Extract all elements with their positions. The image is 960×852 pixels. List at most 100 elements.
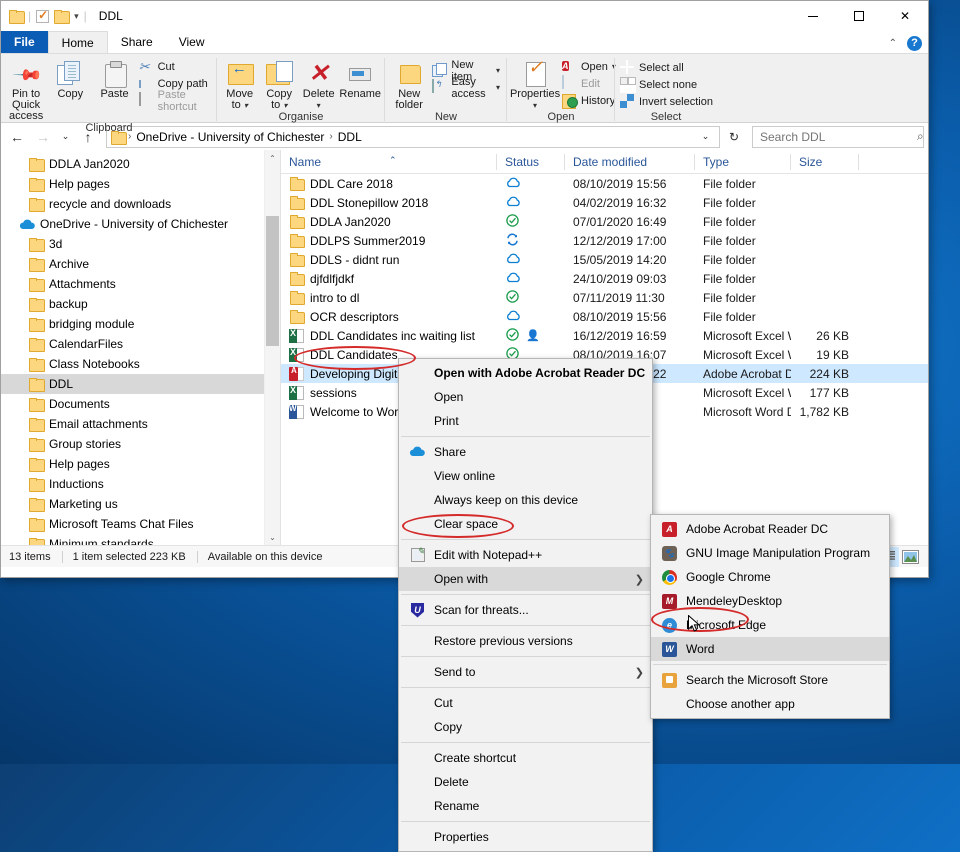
openwith-item-google-chrome[interactable]: Google Chrome	[651, 565, 889, 589]
rename-button[interactable]: Rename	[338, 57, 382, 100]
openwith-item-word[interactable]: W Word	[651, 637, 889, 661]
openwith-item-search-the-microsoft-store[interactable]: Search the Microsoft Store	[651, 668, 889, 692]
tree-item-help-pages[interactable]: Help pages	[1, 454, 280, 474]
tree-item-class-notebooks[interactable]: Class Notebooks	[1, 354, 280, 374]
tree-item-bridging-module[interactable]: bridging module	[1, 314, 280, 334]
tree-item-archive[interactable]: Archive	[1, 254, 280, 274]
paste-button[interactable]: Paste	[92, 57, 136, 100]
tree-item-attachments[interactable]: Attachments	[1, 274, 280, 294]
pin-to-quick-access-button[interactable]: 📌 Pin to Quick access	[4, 57, 48, 122]
table-row[interactable]: intro to dl 07/11/2019 11:30 File folder	[281, 288, 928, 307]
search-icon[interactable]: ⌕	[917, 129, 924, 144]
menu-item-open-with-adobe-acrobat-reader-dc[interactable]: Open with Adobe Acrobat Reader DC	[399, 361, 652, 385]
copy-button[interactable]: Copy	[48, 57, 92, 100]
openwith-item-gnu-image-manipulation-program[interactable]: 🐾 GNU Image Manipulation Program	[651, 541, 889, 565]
select-all-button[interactable]: Select all	[618, 59, 717, 76]
tree-item-help-pages[interactable]: Help pages	[1, 174, 280, 194]
tree-item-3d[interactable]: 3d	[1, 234, 280, 254]
table-row[interactable]: djfdlfjdkf 24/10/2019 09:03 File folder	[281, 269, 928, 288]
tree-item-ddl[interactable]: DDL	[1, 374, 280, 394]
help-icon[interactable]: ?	[907, 36, 922, 51]
new-folder-icon[interactable]	[54, 10, 71, 24]
customize-caret-icon[interactable]: ▾	[74, 11, 79, 22]
breadcrumb-ddl[interactable]: DDL	[336, 130, 364, 144]
menu-item-open-with[interactable]: Open with ❯	[399, 567, 652, 591]
close-button[interactable]: ✕	[882, 1, 928, 31]
move-to-button[interactable]: Moveto ▾	[220, 57, 259, 111]
tree-item-recycle-and-downloads[interactable]: recycle and downloads	[1, 194, 280, 214]
address-dropdown-icon[interactable]: ⌄	[697, 126, 714, 148]
easy-access-button[interactable]: Easy access ▾	[430, 76, 504, 100]
table-row[interactable]: DDLS - didnt run 15/05/2019 14:20 File fol…	[281, 250, 928, 269]
menu-item-scan-for-threats[interactable]: U Scan for threats...	[399, 598, 652, 622]
column-header-type[interactable]: Type	[695, 150, 791, 174]
tab-view[interactable]: View	[166, 31, 218, 53]
select-none-button[interactable]: Select none	[618, 76, 717, 93]
openwith-item-choose-another-app[interactable]: Choose another app	[651, 692, 889, 716]
tree-item-calendarfiles[interactable]: CalendarFiles	[1, 334, 280, 354]
tree-item-inductions[interactable]: Inductions	[1, 474, 280, 494]
menu-item-rename[interactable]: Rename	[399, 794, 652, 818]
tree-item-ddla-jan2020[interactable]: DDLA Jan2020	[1, 154, 280, 174]
properties-button[interactable]: Properties ▾	[510, 57, 560, 111]
menu-item-share[interactable]: Share	[399, 440, 652, 464]
open-button[interactable]: A Open ▾	[560, 58, 620, 75]
table-row[interactable]: DDL Stonepillow 2018 04/02/2019 16:32 File…	[281, 193, 928, 212]
navpane-scrollbar[interactable]: ⌃ ⌄	[264, 150, 280, 545]
cut-button[interactable]: ✂ Cut	[137, 58, 214, 75]
menu-item-print[interactable]: Print	[399, 409, 652, 433]
column-header-date-modified[interactable]: Date modified	[565, 150, 695, 174]
menu-item-copy[interactable]: Copy	[399, 715, 652, 739]
scroll-down-arrow[interactable]: ⌄	[265, 529, 280, 545]
tab-file[interactable]: File	[1, 31, 48, 53]
collapse-ribbon-icon[interactable]: ⌃	[889, 38, 897, 49]
maximize-button[interactable]	[836, 1, 882, 31]
tab-home[interactable]: Home	[47, 31, 108, 53]
scroll-up-arrow[interactable]: ⌃	[265, 150, 280, 166]
edit-button[interactable]: Edit	[560, 75, 620, 92]
column-header-size[interactable]: Size	[791, 150, 859, 174]
search-box[interactable]: ⌕	[752, 125, 924, 148]
copy-to-button[interactable]: Copy to ▾	[259, 57, 298, 111]
menu-item-edit-with-notepad[interactable]: Edit with Notepad++	[399, 543, 652, 567]
menu-item-always-keep-on-this-device[interactable]: Always keep on this device	[399, 488, 652, 512]
history-button[interactable]: History	[560, 92, 620, 109]
menu-item-send-to[interactable]: Send to ❯	[399, 660, 652, 684]
paste-shortcut-button[interactable]: Paste shortcut	[137, 89, 214, 113]
tree-item-backup[interactable]: backup	[1, 294, 280, 314]
new-folder-button[interactable]: New folder	[388, 57, 430, 111]
menu-item-cut[interactable]: Cut	[399, 691, 652, 715]
openwith-item-microsoft-edge[interactable]: e Microsoft Edge	[651, 613, 889, 637]
invert-selection-button[interactable]: Invert selection	[618, 93, 717, 110]
scrollbar-thumb[interactable]	[266, 216, 279, 346]
tree-item-marketing-us[interactable]: Marketing us	[1, 494, 280, 514]
tree-item-email-attachments[interactable]: Email attachments	[1, 414, 280, 434]
tree-item-group-stories[interactable]: Group stories	[1, 434, 280, 454]
folder-icon[interactable]	[9, 10, 25, 24]
menu-item-view-online[interactable]: View online	[399, 464, 652, 488]
large-icons-view-button[interactable]	[899, 547, 922, 567]
column-header-status[interactable]: Status	[497, 150, 565, 174]
column-header-name[interactable]: Name ⌃	[281, 150, 497, 174]
tab-share[interactable]: Share	[108, 31, 166, 53]
table-row[interactable]: DDLPS Summer2019 12/12/2019 17:00 File fol…	[281, 231, 928, 250]
menu-item-restore-previous-versions[interactable]: Restore previous versions	[399, 629, 652, 653]
table-row[interactable]: OCR descriptors 08/10/2019 15:56 File fold…	[281, 307, 928, 326]
tree-item-documents[interactable]: Documents	[1, 394, 280, 414]
properties-check-icon[interactable]	[36, 8, 50, 23]
table-row[interactable]: DDL Care 2018 08/10/2019 15:56 File folder	[281, 174, 928, 193]
menu-item-delete[interactable]: Delete	[399, 770, 652, 794]
tree-item-microsoft-teams-chat-files[interactable]: Microsoft Teams Chat Files	[1, 514, 280, 534]
refresh-button[interactable]: ↻	[722, 126, 746, 148]
openwith-item-mendeleydesktop[interactable]: M MendeleyDesktop	[651, 589, 889, 613]
delete-button[interactable]: ✕ Delete ▾	[299, 57, 338, 111]
tree-item-onedrive-university-of-chichester[interactable]: OneDrive - University of Chichester	[1, 214, 280, 234]
menu-item-create-shortcut[interactable]: Create shortcut	[399, 746, 652, 770]
minimize-button[interactable]	[790, 1, 836, 31]
menu-item-open[interactable]: Open	[399, 385, 652, 409]
tree-item-minimum-standards[interactable]: Minimum standards	[1, 534, 280, 545]
table-row[interactable]: DDL Candidates inc waiting list 👤 16/12/20…	[281, 326, 928, 345]
search-input[interactable]	[758, 128, 917, 145]
openwith-item-adobe-acrobat-reader-dc[interactable]: A Adobe Acrobat Reader DC	[651, 517, 889, 541]
table-row[interactable]: DDLA Jan2020 07/01/2020 16:49 File folder	[281, 212, 928, 231]
